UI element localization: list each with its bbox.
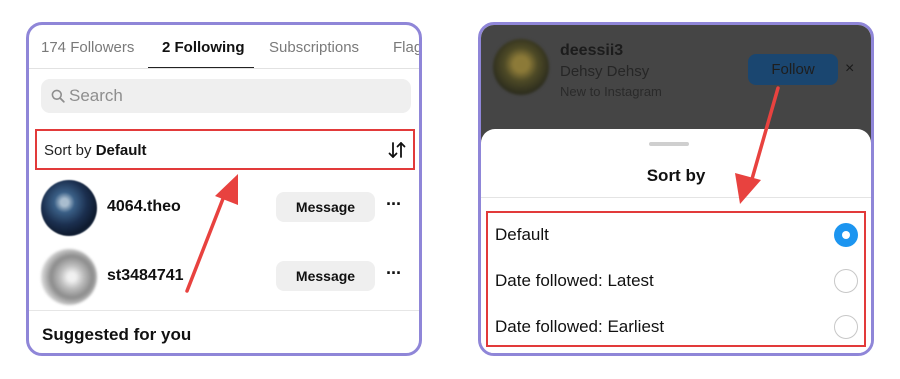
username[interactable]: 4064.theo: [107, 198, 181, 216]
sort-by-row[interactable]: Sort by Default: [35, 129, 415, 170]
sort-arrows-icon[interactable]: [387, 140, 407, 160]
tab-flagged[interactable]: Flag: [393, 39, 419, 56]
profile-subtitle: New to Instagram: [560, 84, 662, 99]
sort-option-default[interactable]: Default: [488, 213, 864, 257]
radio-icon[interactable]: [834, 223, 858, 247]
radio-icon[interactable]: [834, 315, 858, 339]
avatar: [493, 39, 549, 95]
tab-subscriptions[interactable]: Subscriptions: [269, 39, 359, 56]
tab-divider: [29, 68, 419, 69]
option-label: Default: [495, 225, 549, 244]
suggested-heading: Suggested for you: [42, 325, 192, 344]
sort-bottom-sheet: Sort by Default Date followed: Latest Da…: [481, 129, 871, 353]
more-icon[interactable]: ···: [386, 263, 402, 284]
sort-option-earliest[interactable]: Date followed: Earliest: [488, 305, 864, 349]
tab-following[interactable]: 2 Following: [162, 39, 245, 56]
search-input[interactable]: [69, 79, 399, 113]
option-label: Date followed: Latest: [495, 271, 654, 290]
message-button[interactable]: Message: [276, 192, 375, 222]
dimmed-profile-header[interactable]: deessii3 Dehsy Dehsy New to Instagram Fo…: [481, 25, 871, 145]
sheet-divider: [481, 197, 871, 198]
tab-bar: 174 Followers 2 Following Subscriptions …: [29, 25, 419, 71]
follow-button: Follow: [748, 54, 838, 85]
sheet-title: Sort by: [646, 166, 706, 185]
sort-label: Sort by Default: [44, 142, 147, 159]
tab-followers[interactable]: 174 Followers: [41, 39, 134, 56]
sort-value: Default: [95, 142, 147, 159]
search-icon: [51, 89, 65, 103]
more-icon[interactable]: ···: [386, 194, 402, 215]
sort-sheet-panel: deessii3 Dehsy Dehsy New to Instagram Fo…: [478, 22, 874, 356]
section-divider: [29, 310, 419, 311]
avatar[interactable]: [41, 249, 97, 305]
following-row[interactable]: st3484741 Message ···: [29, 249, 419, 309]
sort-prefix: Sort by: [44, 142, 92, 159]
search-bar[interactable]: [41, 79, 411, 113]
following-list-panel: 174 Followers 2 Following Subscriptions …: [26, 22, 422, 356]
following-row[interactable]: 4064.theo Message ···: [29, 180, 419, 240]
sort-options: Default Date followed: Latest Date follo…: [486, 211, 866, 347]
username[interactable]: st3484741: [107, 267, 184, 285]
close-icon: ×: [845, 60, 855, 77]
radio-icon[interactable]: [834, 269, 858, 293]
profile-name: Dehsy Dehsy: [560, 63, 650, 80]
sheet-drag-handle[interactable]: [649, 142, 689, 146]
option-label: Date followed: Earliest: [495, 317, 665, 336]
profile-username: deessii3: [560, 42, 624, 59]
message-button[interactable]: Message: [276, 261, 375, 291]
sort-option-latest[interactable]: Date followed: Latest: [488, 259, 864, 303]
avatar[interactable]: [41, 180, 97, 236]
